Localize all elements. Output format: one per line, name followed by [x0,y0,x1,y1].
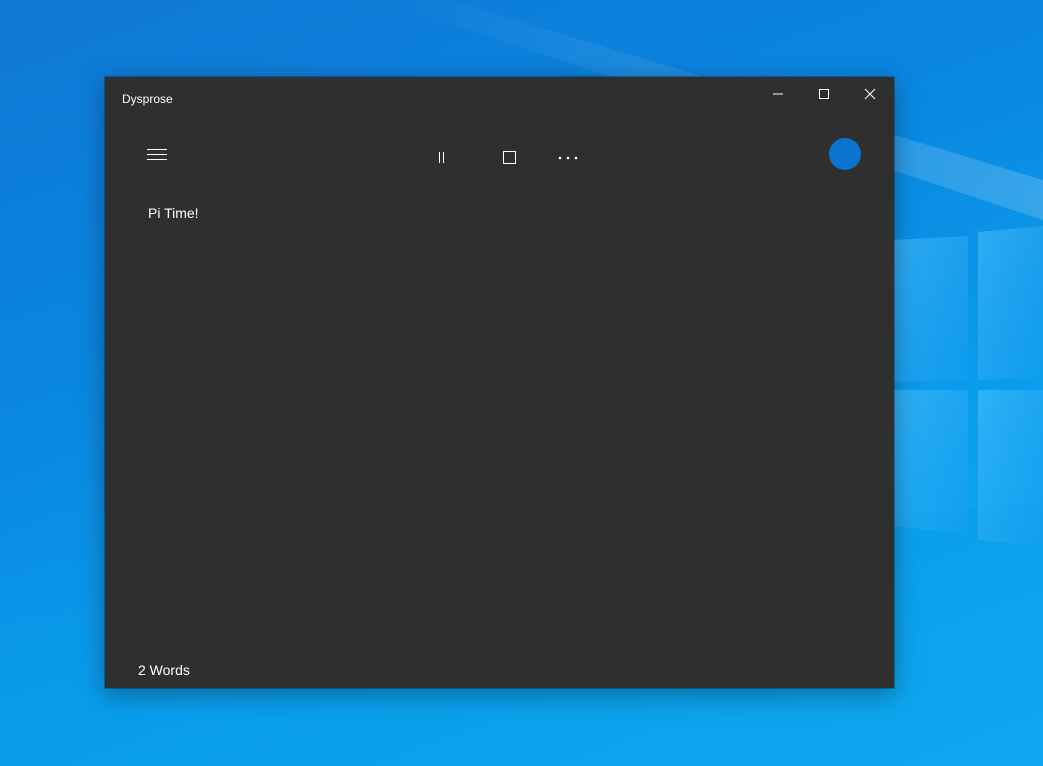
title-bar[interactable]: Dysprose [105,77,894,113]
pause-icon [439,152,444,163]
word-count-label: 2 Words [138,662,190,678]
app-window: Dysprose Pi Time! 2 Words [105,77,894,688]
minimize-button[interactable] [755,77,801,111]
hamburger-menu-button[interactable] [137,134,177,174]
more-options-button[interactable] [548,138,588,178]
pause-button[interactable] [422,138,462,178]
maximize-button[interactable] [801,77,847,111]
app-title: Dysprose [122,92,173,106]
document-text[interactable]: Pi Time! [148,205,199,221]
hamburger-menu-icon [147,149,167,160]
stop-icon [503,151,516,164]
stop-button[interactable] [490,138,530,178]
avatar[interactable] [829,138,861,170]
close-button[interactable] [847,77,893,111]
close-icon [864,88,876,100]
minimize-icon [773,93,783,95]
maximize-icon [819,89,829,99]
more-options-icon [558,156,578,160]
